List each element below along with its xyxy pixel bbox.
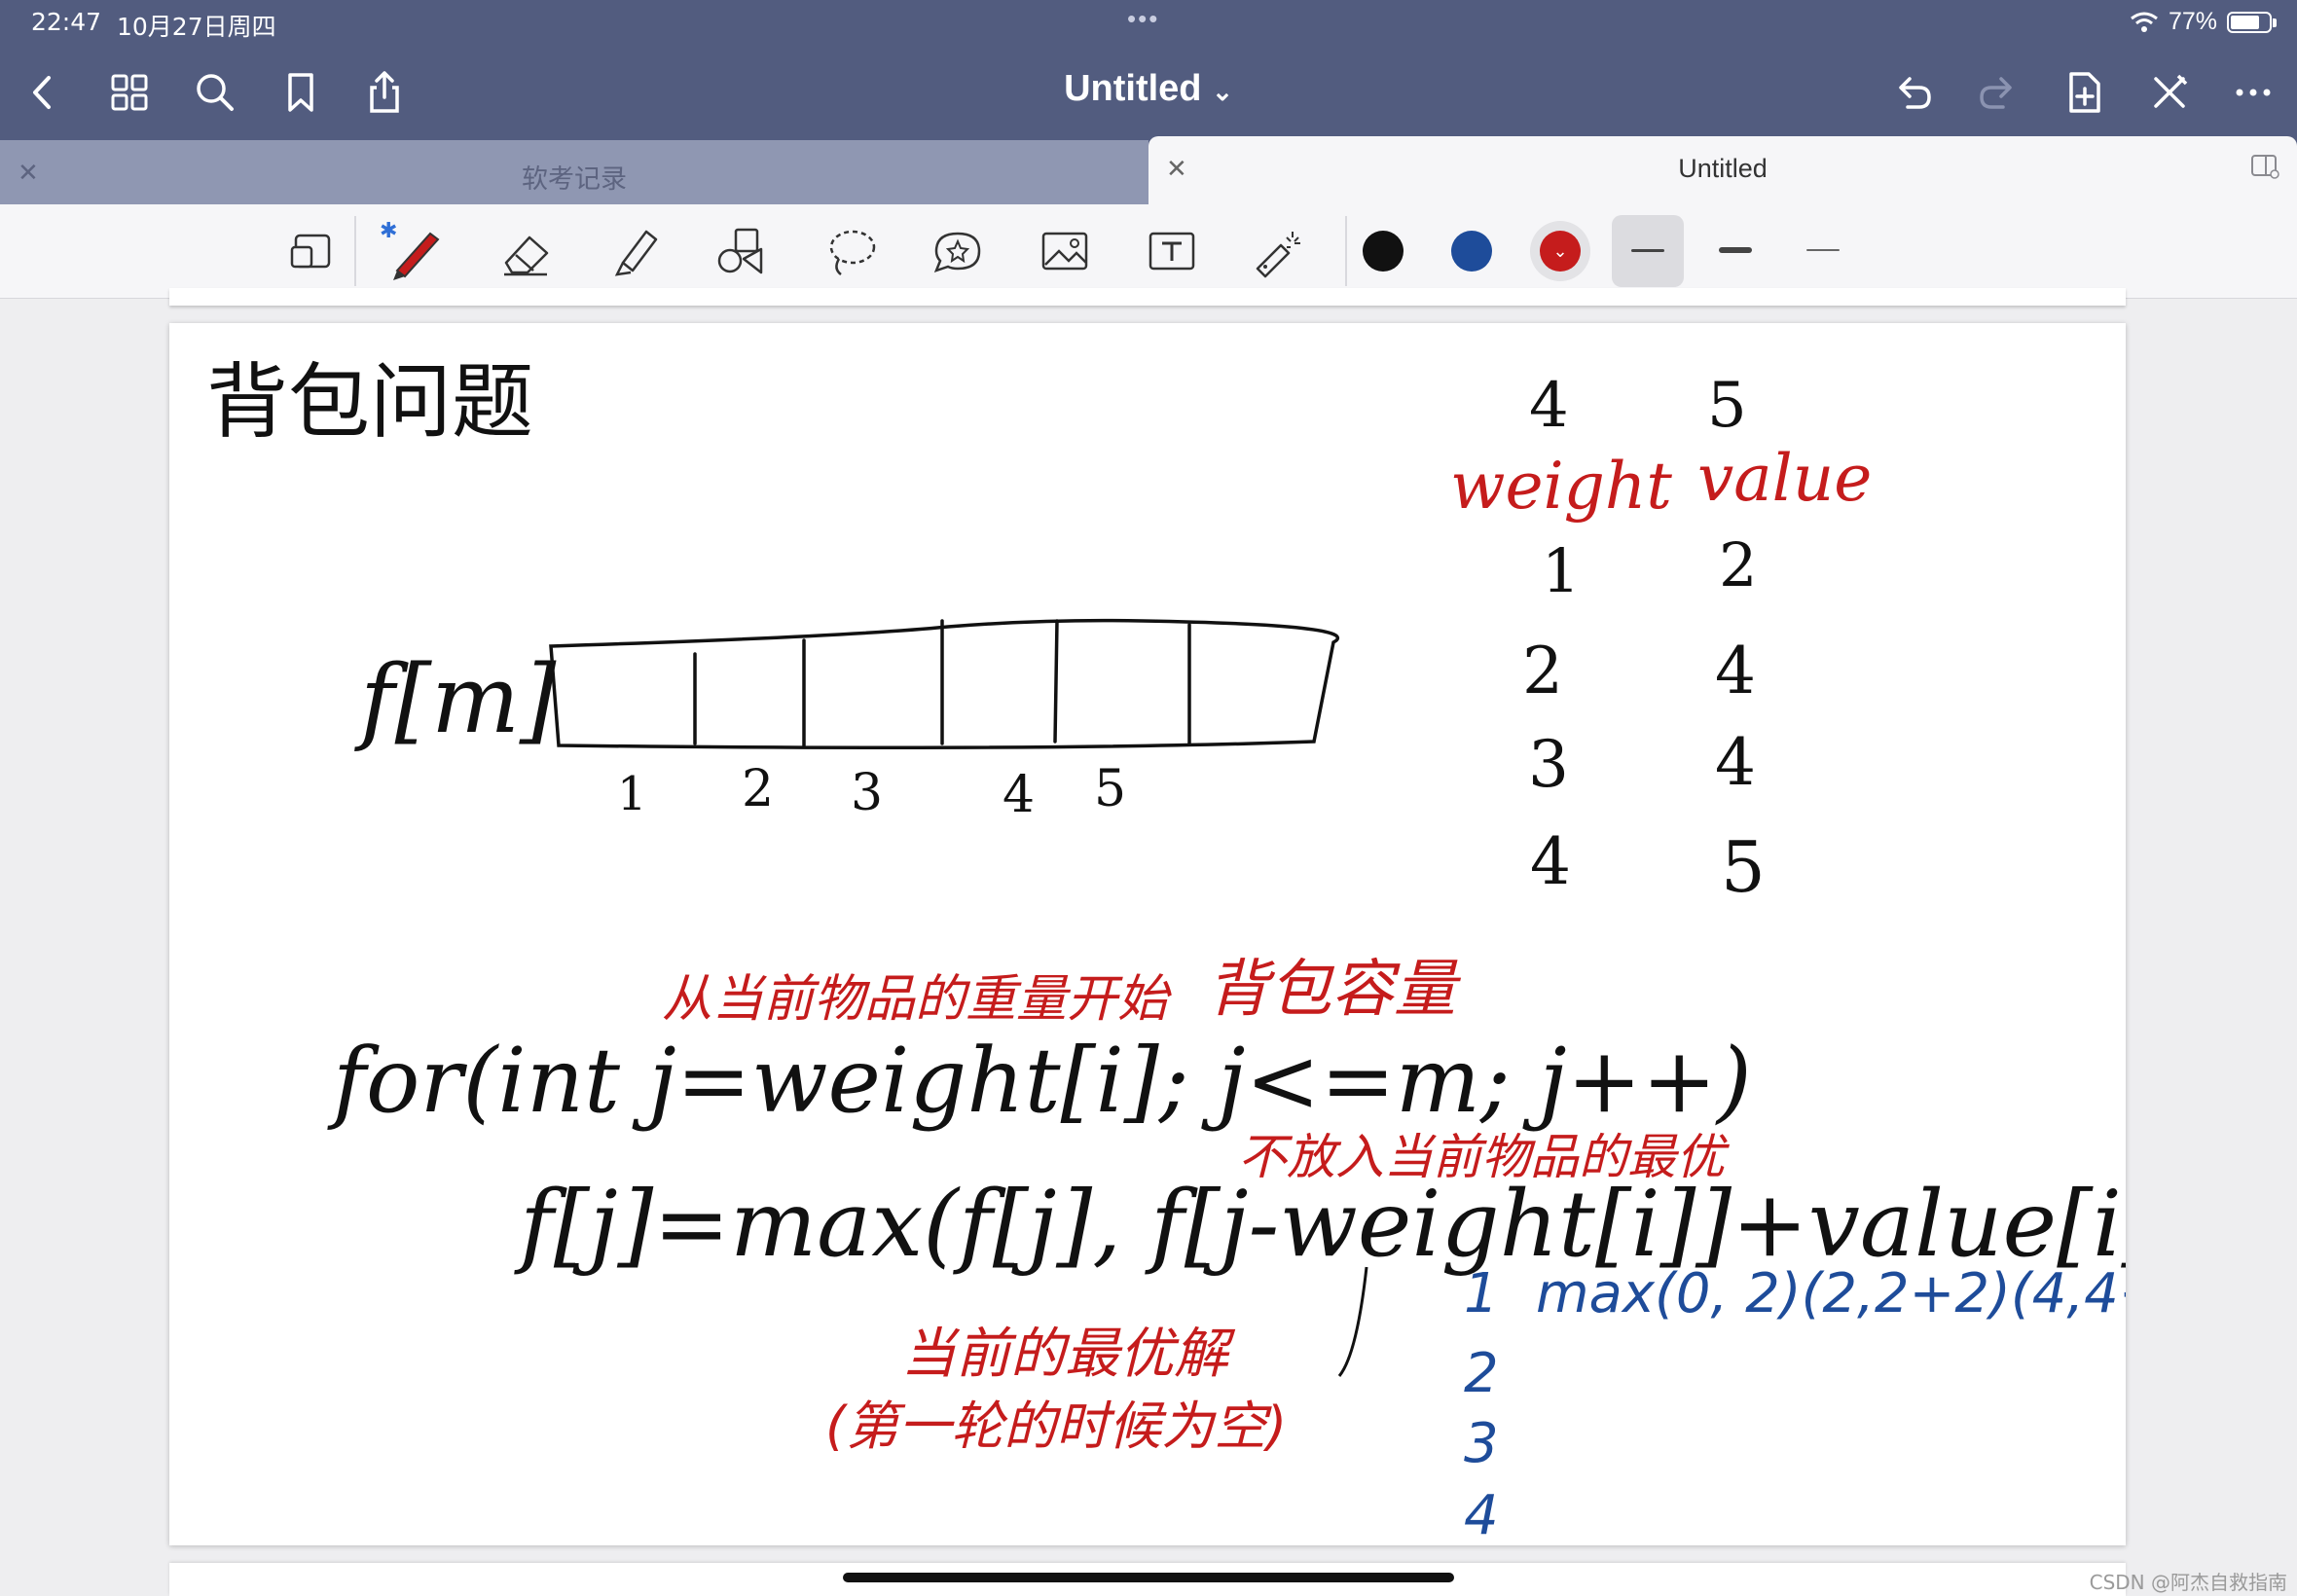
- array-boxes: [549, 618, 1340, 749]
- top-weight: 4: [1529, 370, 1569, 442]
- watermark: CSDN @阿杰自救指南: [2089, 1571, 2287, 1594]
- index-4: 4: [1003, 766, 1035, 824]
- color-swatch-black[interactable]: [1363, 231, 1404, 272]
- lasso-icon[interactable]: [820, 220, 882, 282]
- weight-3: 3: [1528, 727, 1569, 802]
- value-1: 2: [1719, 529, 1757, 600]
- note-title: 背包问题: [206, 354, 533, 450]
- sticker-icon[interactable]: [927, 220, 989, 282]
- shapes-icon[interactable]: [711, 220, 773, 282]
- index-3: 3: [851, 764, 883, 822]
- more-icon[interactable]: [2229, 68, 2278, 117]
- anno-current-best: 当前的最优解: [901, 1323, 1236, 1386]
- weight-1: 1: [1542, 535, 1580, 606]
- split-view-icon[interactable]: [2250, 154, 2279, 179]
- color-swatch-red[interactable]: ⌄: [1540, 231, 1581, 272]
- stroke-medium-button[interactable]: [1699, 215, 1771, 287]
- page-layout-icon[interactable]: [282, 220, 345, 282]
- note-page[interactable]: 背包问题 4 5 weight value 1 2 2 4 3 4 4 5 f[…: [169, 323, 2126, 1545]
- top-bar: 22:47 10月27日周四 ••• 77% Untitled ⌄: [0, 0, 2297, 140]
- weight-4: 4: [1530, 824, 1571, 899]
- trace-num-1: 1: [1464, 1262, 1499, 1325]
- trace-num-3: 3: [1464, 1412, 1499, 1475]
- anno-start-weight: 从当前物品的重量开始: [662, 970, 1172, 1029]
- stroke-thin-button[interactable]: [1612, 215, 1684, 287]
- tools-icon[interactable]: [2145, 68, 2194, 117]
- pen-icon[interactable]: [383, 220, 446, 282]
- undo-icon[interactable]: [1888, 68, 1937, 117]
- battery-icon: [2227, 11, 2277, 33]
- array-label: f[m]: [354, 645, 557, 754]
- document-title[interactable]: Untitled ⌄: [0, 68, 2297, 110]
- pen-toolbar: ✱ ⌄: [0, 204, 2297, 299]
- previous-page[interactable]: [169, 288, 2126, 306]
- tab-bar: ✕ 软考记录 ✕ Untitled: [0, 136, 2297, 204]
- value-4: 5: [1721, 826, 1766, 908]
- highlighter-icon[interactable]: [603, 220, 666, 282]
- trace-line: max(0, 2)(2,2+2)(4,4+2): [1536, 1262, 2126, 1325]
- divider: [1345, 216, 1347, 286]
- home-indicator[interactable]: [843, 1573, 1454, 1582]
- handwriting-canvas[interactable]: 背包问题 4 5 weight value 1 2 2 4 3 4 4 5 f[…: [169, 323, 2126, 1545]
- status-time: 22:47: [31, 8, 102, 36]
- index-1: 1: [617, 767, 647, 821]
- anno-first-round: (第一轮的时候为空): [825, 1396, 1287, 1457]
- value-header: value: [1697, 441, 1872, 516]
- tab-label: 软考记录: [522, 164, 627, 194]
- divider: [354, 216, 356, 286]
- status-date: 10月27日周四: [117, 13, 276, 41]
- add-page-icon[interactable]: [2060, 68, 2108, 117]
- index-2: 2: [742, 760, 774, 818]
- weight-header: weight: [1450, 449, 1672, 524]
- tab-label: Untitled: [1678, 154, 1768, 183]
- text-icon[interactable]: [1141, 220, 1203, 282]
- value-3: 4: [1715, 725, 1756, 800]
- redo-icon[interactable]: [1974, 68, 2023, 117]
- chevron-down-icon[interactable]: ⌄: [1212, 77, 1233, 106]
- bracket-stroke: [1337, 1266, 1368, 1377]
- anno-capacity: 背包容量: [1207, 954, 1462, 1026]
- tab-untitled[interactable]: ✕ Untitled: [1148, 136, 2297, 204]
- value-2: 4: [1715, 634, 1756, 708]
- battery-percent: 77%: [2168, 8, 2217, 35]
- chevron-down-icon: ⌄: [1552, 241, 1568, 261]
- tab-ruankao[interactable]: ✕ 软考记录: [0, 140, 1148, 204]
- image-icon[interactable]: [1034, 220, 1096, 282]
- top-value: 5: [1707, 370, 1747, 442]
- wifi-icon: [2131, 12, 2158, 32]
- laser-pointer-icon[interactable]: [1248, 220, 1310, 282]
- status-right: 77%: [2130, 8, 2277, 36]
- eraser-icon[interactable]: [494, 220, 557, 282]
- color-swatch-blue[interactable]: [1451, 231, 1492, 272]
- trace-num-4: 4: [1464, 1484, 1499, 1545]
- stroke-thick-button[interactable]: [1787, 215, 1859, 287]
- index-5: 5: [1094, 760, 1126, 818]
- weight-2: 2: [1522, 634, 1563, 708]
- trace-num-2: 2: [1464, 1342, 1499, 1405]
- loop-line: for(int j=weight[i]; j<=m; j++): [327, 1029, 1752, 1133]
- multitasking-dots-icon[interactable]: •••: [1127, 4, 1159, 34]
